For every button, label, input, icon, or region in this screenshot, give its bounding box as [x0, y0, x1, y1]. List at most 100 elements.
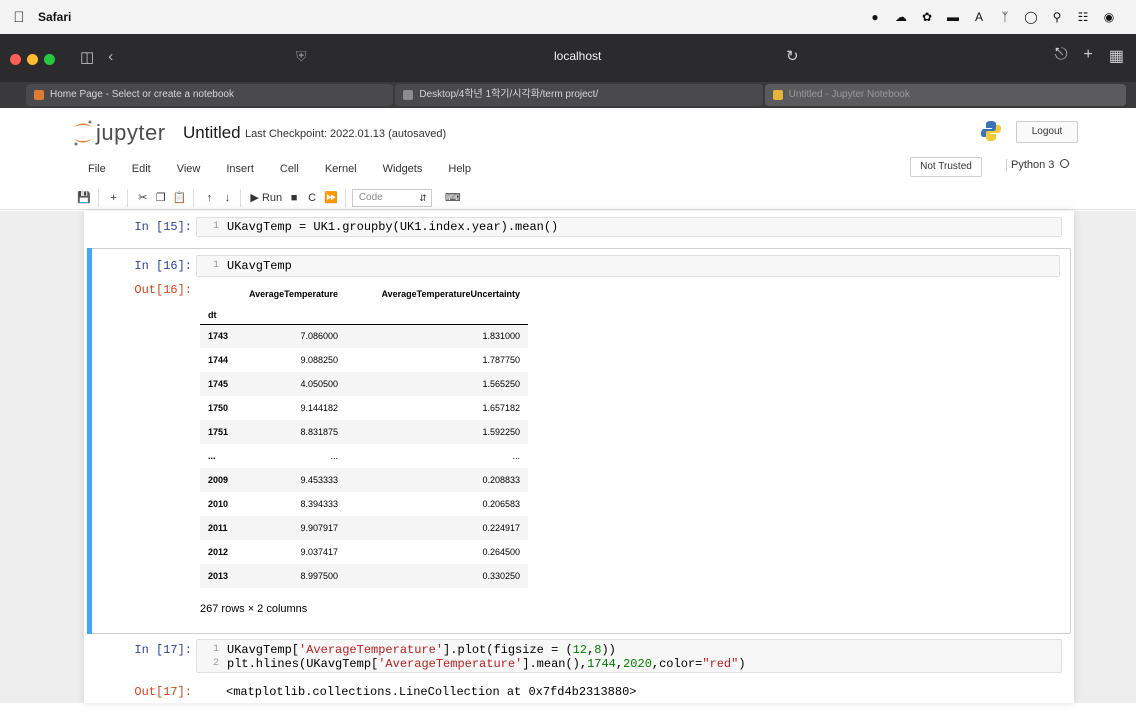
stop-icon[interactable]: ■: [285, 189, 303, 207]
table-row: 2012 9.037417 0.264500: [200, 540, 528, 564]
move-up-icon[interactable]: ↑: [200, 189, 218, 207]
dataframe-shape: 267 rows × 2 columns: [200, 603, 308, 615]
jupyter-logo-icon[interactable]: [72, 118, 94, 148]
zoom-window-button[interactable]: [44, 54, 55, 65]
toolbar-right-group: ⎋ + ▦: [1055, 46, 1124, 66]
index-name-row: dt: [200, 306, 529, 325]
cell-average-temperature: 9.037417: [300, 547, 339, 557]
tabs-overview-icon[interactable]: ▦: [1109, 46, 1124, 66]
tab-untitled-notebook[interactable]: Untitled - Jupyter Notebook: [764, 84, 1126, 106]
back-icon[interactable]: ‹: [108, 48, 113, 66]
kernel-name: Python 3: [1011, 159, 1055, 171]
add-cell-icon[interactable]: +: [105, 189, 123, 207]
chevron-updown-icon: ⇵: [419, 193, 427, 203]
python-logo-icon: [981, 121, 1001, 141]
cell-average-temperature: 8.997500: [300, 571, 339, 581]
run-button[interactable]: ▶ Run: [247, 189, 285, 207]
address-bar[interactable]: localhost: [554, 49, 601, 63]
cell-type-select[interactable]: Code ⇵: [351, 189, 432, 207]
share-icon[interactable]: ⎋: [1055, 46, 1068, 66]
code-line: 1 UKavgTemp['AverageTemperature'].plot(fi…: [212, 643, 616, 657]
code-text: UKavgTemp = UK1.groupby(UK1.index.year).…: [227, 220, 559, 234]
cell-temperature-uncertainty: 0.330250: [482, 571, 521, 581]
code-line: 1 UKavgTemp = UK1.groupby(UK1.index.year)…: [212, 220, 559, 234]
tab-desktop-folder[interactable]: Desktop/4학년 1학기/시각화/term project/: [395, 84, 763, 106]
toolbar-left-group: ◫ ‹: [80, 48, 113, 66]
siri-icon[interactable]: ◉: [1102, 10, 1116, 24]
control-center-icon[interactable]: ☷: [1076, 10, 1090, 24]
clipboard-group: ✂ ❐ 📋: [134, 189, 195, 207]
app-status-icon[interactable]: ●: [868, 10, 882, 24]
dataframe-output: AverageTemperature AverageTemperatureUnc…: [200, 282, 529, 588]
save-icon[interactable]: 💾: [74, 189, 94, 207]
paste-icon[interactable]: 📋: [170, 189, 190, 207]
safari-toolbar: ◫ ‹ ⛨ localhost ↻ ⎋ + ▦: [0, 34, 1136, 82]
cell-average-temperature: 9.088250: [300, 355, 339, 365]
output-prompt-16: Out[16]:: [134, 283, 192, 297]
table-row: .........: [200, 444, 528, 468]
row-index: 2009: [208, 475, 229, 485]
app-status-icon[interactable]: ✿: [920, 10, 934, 24]
table-row: 1743 7.086000 1.831000: [200, 324, 529, 348]
cell-average-temperature: 9.907917: [300, 523, 339, 533]
code-input-15[interactable]: 1 UKavgTemp = UK1.groupby(UK1.index.year)…: [196, 217, 1062, 237]
menu-file[interactable]: File: [88, 163, 106, 175]
shield-icon[interactable]: ⛨: [296, 48, 307, 65]
copy-icon[interactable]: ❐: [152, 189, 170, 207]
bluetooth-icon[interactable]: ᛉ: [998, 10, 1012, 24]
table-row: 2009 9.453333 0.208833: [200, 468, 529, 492]
input-source-icon[interactable]: A: [972, 10, 986, 24]
sidebar-icon[interactable]: ◫: [80, 48, 94, 66]
spotlight-search-icon[interactable]: ⚲: [1050, 10, 1064, 24]
cell-temperature-uncertainty: 1.831000: [482, 331, 521, 342]
cut-icon[interactable]: ✂: [134, 189, 152, 207]
table-row: 1751 8.831875 1.592250: [200, 420, 529, 444]
notebook-favicon-icon: [772, 90, 783, 100]
code-input-16[interactable]: 1 UKavgTemp: [196, 255, 1060, 277]
dataframe-header-row: AverageTemperature AverageTemperatureUnc…: [200, 282, 528, 306]
code-input-17[interactable]: 1 UKavgTemp['AverageTemperature'].plot(fi…: [196, 639, 1062, 673]
cell-temperature-uncertainty: 1.657182: [482, 403, 521, 413]
not-trusted-button[interactable]: Not Trusted: [910, 157, 982, 177]
keyboard-icon[interactable]: ⌨: [442, 189, 464, 207]
output-prompt-17: Out[17]:: [134, 685, 192, 699]
logout-button[interactable]: Logout: [1016, 121, 1078, 143]
cell-temperature-uncertainty: 1.592250: [482, 427, 521, 437]
cell-average-temperature: 8.394333: [300, 499, 339, 509]
menu-kernel[interactable]: Kernel: [325, 163, 357, 175]
window-controls: [10, 54, 55, 65]
menu-widgets[interactable]: Widgets: [383, 163, 423, 175]
menu-view[interactable]: View: [177, 163, 201, 175]
menu-edit[interactable]: Edit: [132, 163, 151, 175]
column-header: AverageTemperature: [248, 289, 339, 299]
row-index: 1751: [208, 427, 229, 437]
menu-insert[interactable]: Insert: [226, 163, 254, 175]
restart-icon[interactable]: C: [303, 189, 321, 207]
new-tab-icon[interactable]: +: [1084, 46, 1093, 66]
battery-icon[interactable]: ▬: [946, 10, 960, 24]
move-down-icon[interactable]: ↓: [218, 189, 236, 207]
wifi-icon[interactable]: ◯: [1024, 10, 1038, 24]
menu-app-name[interactable]: Safari: [38, 10, 71, 24]
cloud-icon[interactable]: ☁: [894, 10, 908, 24]
fast-forward-icon[interactable]: ⏩: [321, 189, 341, 207]
index-name: dt: [200, 306, 237, 325]
tab-home-page[interactable]: Home Page - Select or create a notebook: [26, 84, 394, 106]
jupyter-header: jupyter Untitled Last Checkpoint: 2022.0…: [0, 108, 1136, 210]
menu-help[interactable]: Help: [448, 163, 471, 175]
table-row: 2010 8.394333 0.206583: [200, 492, 528, 516]
checkpoint-status: Last Checkpoint: 2022.01.13 (autosaved): [245, 128, 447, 140]
close-window-button[interactable]: [10, 54, 21, 65]
minimize-window-button[interactable]: [27, 54, 38, 65]
folder-favicon-icon: [403, 90, 414, 100]
kernel-indicator[interactable]: Python 3: [1006, 159, 1070, 171]
tab-label: Untitled - Jupyter Notebook: [788, 89, 910, 100]
jupyter-favicon-icon: [34, 90, 44, 100]
jupyter-brand[interactable]: jupyter: [96, 120, 166, 146]
apple-icon[interactable]: : [0, 9, 38, 26]
notebook-title[interactable]: Untitled: [183, 123, 241, 143]
reload-icon[interactable]: ↻: [786, 47, 799, 65]
menu-cell[interactable]: Cell: [280, 163, 299, 175]
output-text-17: <matplotlib.collections.LineCollection a…: [226, 685, 637, 699]
notebook-toolbar: 💾 + ✂ ❐ 📋 ↑ ↓ ▶ Run ■ C ⏩ Code ⇵ ⌨: [74, 188, 464, 208]
